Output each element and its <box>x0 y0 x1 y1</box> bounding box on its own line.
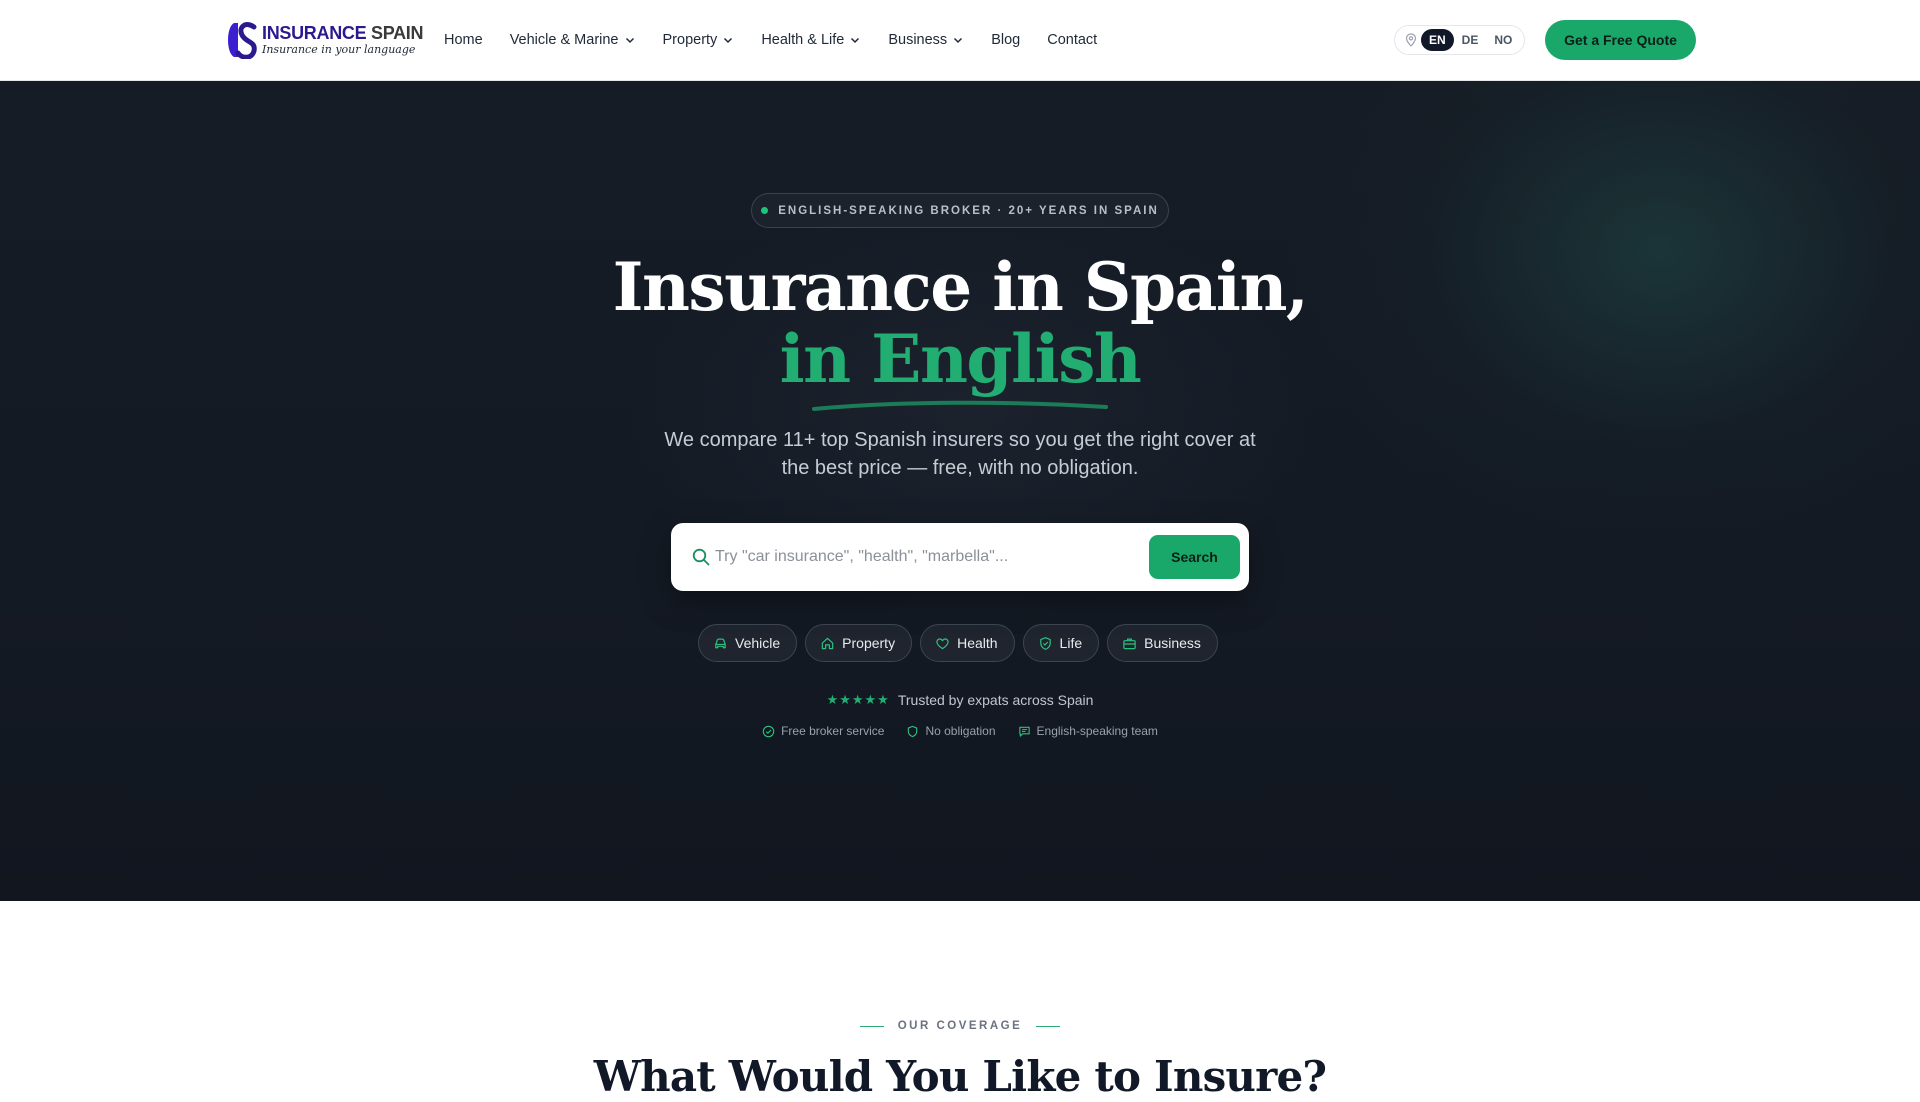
eyebrow-line-left <box>859 1025 884 1027</box>
briefcase-icon <box>1123 637 1136 649</box>
check-circle-icon <box>762 725 775 737</box>
chip-vehicle[interactable]: Vehicle <box>698 624 798 662</box>
nav-item-contact[interactable]: Contact <box>1047 32 1097 48</box>
nav-item-business[interactable]: Business <box>888 32 964 48</box>
shield-icon <box>908 725 918 737</box>
home-icon <box>821 637 834 649</box>
search-box: Search <box>671 523 1249 591</box>
main-menu: Home Vehicle & Marine Property Health & … <box>444 27 1124 53</box>
search-input[interactable] <box>715 537 1135 577</box>
chevron-down-icon <box>625 37 634 44</box>
nav-item-property[interactable]: Property <box>663 32 735 48</box>
nav-item-vehicle-marine[interactable]: Vehicle & Marine <box>510 32 636 48</box>
chevron-down-icon <box>954 37 963 44</box>
hero-badge-text: ENGLISH-SPEAKING BROKER · 20+ YEARS IN S… <box>778 204 1159 217</box>
coverage-title: What Would You Like to Insure? <box>593 1052 1327 1101</box>
chip-business[interactable]: Business <box>1107 624 1218 662</box>
brand-name-part2: SPAIN <box>371 23 424 43</box>
trust-text: Trusted by expats across Spain <box>897 692 1094 708</box>
chip-health[interactable]: Health <box>920 624 1015 662</box>
chevron-down-icon <box>851 37 860 44</box>
get-free-quote-button[interactable]: Get a Free Quote <box>1545 20 1696 60</box>
perk-english-team: English-speaking team <box>1018 724 1158 738</box>
brand-tagline: Insurance in your language <box>262 43 416 56</box>
language-switcher: EN DE NO <box>1394 25 1525 55</box>
coverage-eyebrow-text: OUR COVERAGE <box>897 1020 1023 1032</box>
chat-icon <box>1018 726 1030 737</box>
eyebrow-line-right <box>1036 1025 1061 1027</box>
top-navigation: INSURANCE SPAIN Insurance in your langua… <box>0 0 1920 81</box>
nav-item-blog[interactable]: Blog <box>991 32 1020 48</box>
category-chips: Vehicle Property Health Life Business <box>698 624 1226 662</box>
hero-subtitle: We compare 11+ top Spanish insurers so y… <box>664 429 1256 479</box>
language-en[interactable]: EN <box>1421 29 1454 51</box>
nav-item-health-life[interactable]: Health & Life <box>761 32 861 48</box>
coverage-eyebrow: OUR COVERAGE <box>760 1020 1160 1032</box>
trust-line: ★★★★★ Trusted by expats across Spain <box>660 692 1260 708</box>
search-icon <box>692 548 710 566</box>
car-icon <box>715 637 726 648</box>
chevron-down-icon <box>724 37 733 44</box>
hero-section: ENGLISH-SPEAKING BROKER · 20+ YEARS IN S… <box>0 81 1920 901</box>
nav-item-home[interactable]: Home <box>444 32 483 48</box>
hero-title-line2: in English <box>779 320 1142 398</box>
search-button[interactable]: Search <box>1149 535 1240 579</box>
language-no[interactable]: NO <box>1486 29 1520 51</box>
language-de[interactable]: DE <box>1454 29 1487 51</box>
hero-badge: ENGLISH-SPEAKING BROKER · 20+ YEARS IN S… <box>751 193 1169 228</box>
rating-stars-icon: ★★★★★ <box>826 692 890 707</box>
chip-property[interactable]: Property <box>805 624 913 662</box>
heart-icon <box>936 637 949 649</box>
brand-logo[interactable]: INSURANCE SPAIN Insurance in your langua… <box>224 20 424 60</box>
chip-life[interactable]: Life <box>1022 624 1100 662</box>
perk-no-obligation: No obligation <box>906 724 996 738</box>
perks-list: Free broker service No obligation Englis… <box>660 724 1260 738</box>
location-pin-icon <box>1405 33 1417 47</box>
perk-free-broker: Free broker service <box>762 724 884 738</box>
brand-name-part1: INSURANCE <box>262 23 367 43</box>
shield-check-icon <box>1039 636 1051 650</box>
title-underline-decoration <box>812 400 1108 411</box>
hero-title-line1: Insurance in Spain, <box>612 248 1309 326</box>
logo-mark-icon <box>224 21 260 60</box>
status-dot-icon <box>761 207 769 214</box>
